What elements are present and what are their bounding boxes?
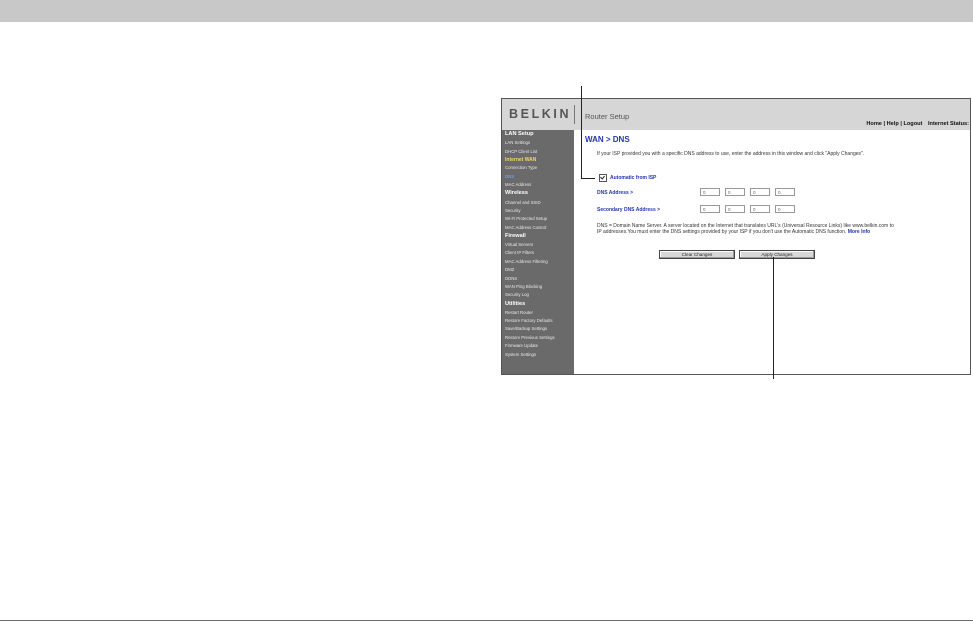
sidebar-item-connection-type[interactable]: Connection Type [505, 165, 537, 170]
callout-line-checkbox-horizontal [581, 178, 595, 179]
sidebar-nav: LAN Setup LAN Settings DHCP Client List Int… [502, 130, 574, 374]
dns-description: DNS = Domain Name Server. A server locat… [597, 223, 897, 235]
home-link[interactable]: Home [866, 121, 882, 127]
sidebar-item-wireless: Wireless [505, 190, 528, 197]
sidebar-item-lan-setup: LAN Setup [505, 131, 534, 137]
sidebar-item-mac-address[interactable]: MAC Address [505, 182, 531, 187]
sidebar-item-save-backup-settings[interactable]: Save/Backup Settings [505, 326, 547, 331]
sidebar-item-client-ip-filters[interactable]: Client IP Filters [505, 250, 534, 255]
secondary-dns-octet-3[interactable]: 0 [750, 205, 770, 213]
page-top-bar [0, 0, 973, 22]
link-separator: | [900, 121, 902, 127]
checkmark-icon [600, 174, 605, 180]
sidebar-item-wan-ping-blocking[interactable]: WAN Ping Blocking [505, 284, 542, 289]
router-setup-screenshot: BELKIN Router Setup Home | Help | Logout… [501, 98, 971, 375]
main-content: WAN > DNS If your ISP provided you with … [574, 130, 970, 374]
sidebar-item-firmware-update[interactable]: Firmware Update [505, 343, 538, 348]
sidebar-item-firewall: Firewall [505, 232, 526, 239]
belkin-logo: BELKIN [509, 107, 572, 121]
secondary-dns-octet-2[interactable]: 0 [725, 205, 745, 213]
intro-text: If your ISP provided you with a specific… [597, 151, 865, 157]
sidebar-item-dhcp-client-list[interactable]: DHCP Client List [505, 149, 537, 154]
sidebar-item-utilities: Utilities [505, 300, 526, 307]
router-setup-title: Router Setup [585, 112, 630, 121]
sidebar-item-system-settings[interactable]: System Settings [505, 352, 536, 357]
dns-octet-1[interactable]: 0 [700, 188, 720, 196]
sidebar-item-dmz[interactable]: DMZ [505, 267, 514, 272]
sidebar-item-mac-address-filtering[interactable]: MAC Address Filtering [505, 259, 548, 264]
sidebar-item-security-log[interactable]: Security Log [505, 292, 529, 297]
callout-line-checkbox-vertical [581, 86, 582, 178]
apply-changes-button[interactable]: Apply Changes [739, 250, 815, 259]
header-links: Home | Help | Logout Internet Status: [866, 121, 969, 127]
sidebar-item-restore-factory-defaults[interactable]: Restore Factory Defaults [505, 318, 553, 323]
automatic-from-isp-label: Automatic from ISP [610, 175, 657, 181]
secondary-dns-octet-1[interactable]: 0 [700, 205, 720, 213]
sidebar-item-security[interactable]: Security [505, 208, 521, 213]
sidebar-item-wi-fi-protected-setup[interactable]: Wi-Fi Protected Setup [505, 216, 547, 221]
secondary-dns-octet-4[interactable]: 0 [775, 205, 795, 213]
sidebar-item-ddns[interactable]: DDNS [505, 276, 517, 281]
dns-octet-4[interactable]: 0 [775, 188, 795, 196]
sidebar-item-restart-router[interactable]: Restart Router [505, 310, 533, 315]
clear-changes-button[interactable]: Clear Changes [659, 250, 735, 259]
dns-octet-2[interactable]: 0 [725, 188, 745, 196]
more-info-link[interactable]: More Info [848, 229, 871, 235]
sidebar-item-channel-and-ssid[interactable]: Channel and SSID [505, 200, 541, 205]
dns-address-label: DNS Address > [597, 190, 634, 196]
router-header: BELKIN Router Setup Home | Help | Logout… [502, 99, 970, 130]
sidebar-item-dns[interactable]: DNS [505, 174, 514, 179]
help-link[interactable]: Help [887, 121, 899, 127]
link-separator: | [883, 121, 886, 127]
page-bottom-rule [0, 620, 973, 621]
sidebar-item-restore-previous-settings[interactable]: Restore Previous Settings [505, 335, 555, 340]
sidebar-item-mac-address-control[interactable]: MAC Address Control [505, 225, 546, 230]
dns-octet-3[interactable]: 0 [750, 188, 770, 196]
logout-link[interactable]: Logout [903, 121, 922, 127]
secondary-dns-address-label: Secondary DNS Address > [597, 207, 661, 213]
page-title: WAN > DNS [585, 135, 630, 144]
sidebar-item-lan-settings[interactable]: LAN Settings [505, 140, 530, 145]
internet-status-label: Internet Status: [927, 121, 969, 127]
logo-divider [574, 105, 575, 124]
automatic-from-isp-checkbox[interactable] [599, 174, 607, 182]
sidebar-item-virtual-servers[interactable]: Virtual Servers [505, 242, 533, 247]
sidebar-item-internet-wan[interactable]: Internet WAN [505, 157, 536, 163]
callout-line-apply-button [773, 257, 774, 379]
